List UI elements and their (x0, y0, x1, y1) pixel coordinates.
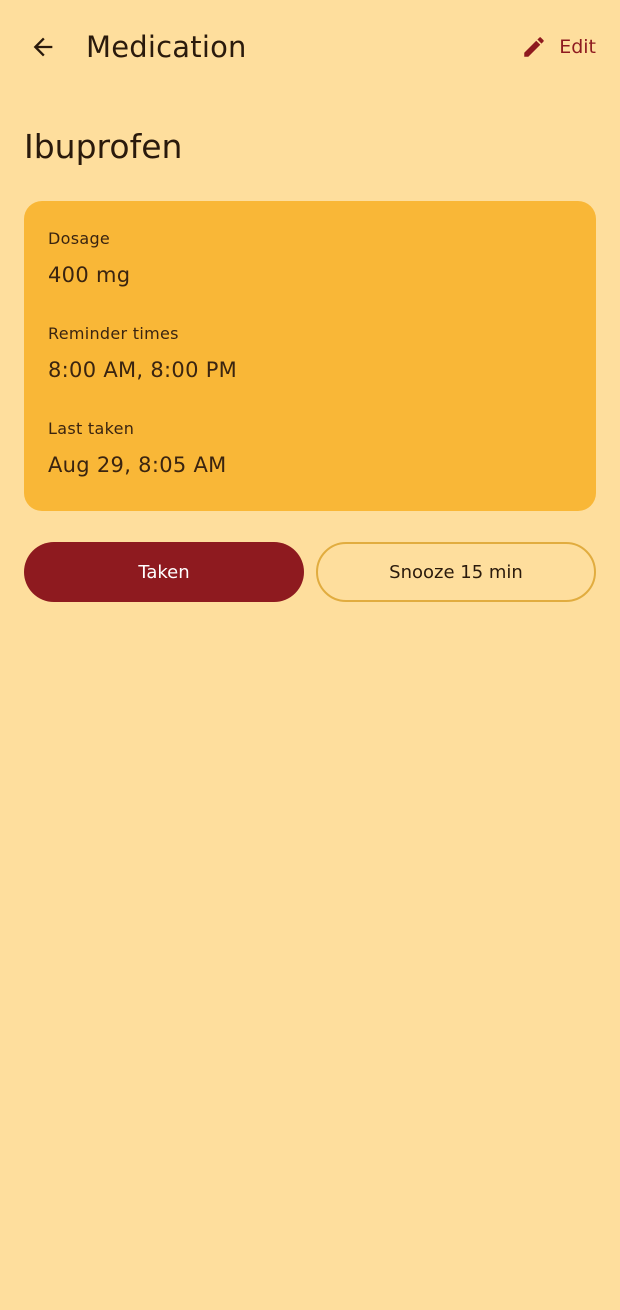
app-bar: Medication Edit (0, 0, 620, 94)
medication-detail-screen: Medication Edit Ibuprofen Dosage 400 mg … (0, 0, 620, 1310)
snooze-button[interactable]: Snooze 15 min (316, 542, 596, 602)
arrow-left-icon (33, 37, 53, 57)
medication-name: Ibuprofen (24, 127, 183, 166)
back-button[interactable] (20, 24, 66, 70)
page-title: Medication (86, 30, 247, 64)
last-taken-value: Aug 29, 8:05 AM (48, 453, 227, 477)
reminder-times-value: 8:00 AM, 8:00 PM (48, 358, 238, 382)
dosage-label: Dosage (48, 229, 111, 248)
edit-button[interactable]: Edit (521, 28, 596, 66)
medication-info-card: Dosage 400 mg Reminder times 8:00 AM, 8:… (24, 201, 596, 511)
edit-label: Edit (559, 36, 596, 58)
last-taken-label: Last taken (48, 419, 135, 438)
pencil-icon (524, 37, 544, 57)
taken-button[interactable]: Taken (24, 542, 304, 602)
reminder-times-label: Reminder times (48, 324, 179, 343)
dosage-value: 400 mg (48, 263, 131, 287)
